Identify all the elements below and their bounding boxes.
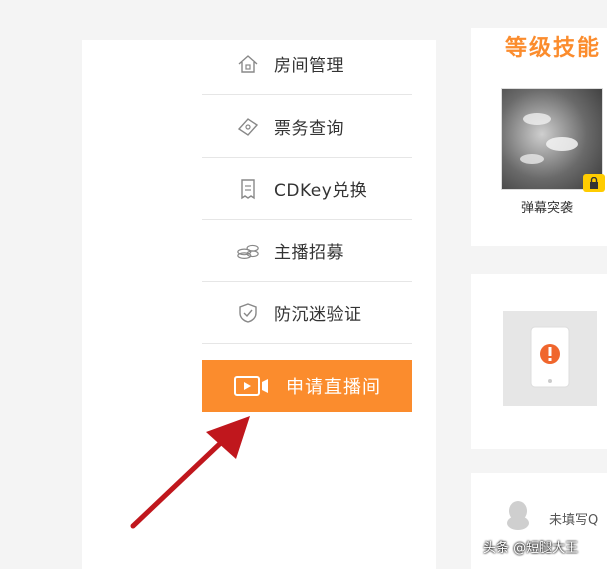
ticket-icon xyxy=(236,115,260,139)
menu-item-anti-addiction-verify[interactable]: 防沉迷验证 xyxy=(202,282,412,344)
video-camera-icon xyxy=(234,375,270,397)
apply-live-room-button[interactable]: 申请直播间 xyxy=(202,360,412,412)
coins-icon xyxy=(236,239,260,263)
house-icon xyxy=(236,52,260,76)
level-skills-card: 等级技能 弹幕突袭 xyxy=(471,28,607,246)
lock-icon xyxy=(583,174,605,192)
menu-item-label: CDKey兑换 xyxy=(274,181,368,201)
watermark: 头条 @短腿大王 xyxy=(483,541,579,556)
qq-penguin-icon xyxy=(503,499,533,535)
apply-live-room-label: 申请直播间 xyxy=(286,377,381,398)
menu-item-label: 主播招募 xyxy=(274,243,344,263)
menu-item-cdkey-redeem[interactable]: CDKey兑换 xyxy=(202,158,412,220)
receipt-icon xyxy=(236,177,260,201)
skill-label: 弹幕突袭 xyxy=(521,201,574,216)
menu-item-room-management[interactable]: 房间管理 xyxy=(202,33,412,95)
menu-item-label: 防沉迷验证 xyxy=(274,305,362,325)
menu-item-label: 房间管理 xyxy=(274,56,344,76)
menu-item-streamer-recruit[interactable]: 主播招募 xyxy=(202,220,412,282)
level-skills-title: 等级技能 xyxy=(505,36,602,61)
qq-status-text: 未填写Q xyxy=(549,513,599,528)
shield-check-icon xyxy=(236,301,260,325)
menu-item-ticket-query[interactable]: 票务查询 xyxy=(202,96,412,158)
phone-alert-icon xyxy=(503,311,597,406)
menu-item-label: 票务查询 xyxy=(274,119,344,139)
phone-verify-card xyxy=(471,274,607,449)
